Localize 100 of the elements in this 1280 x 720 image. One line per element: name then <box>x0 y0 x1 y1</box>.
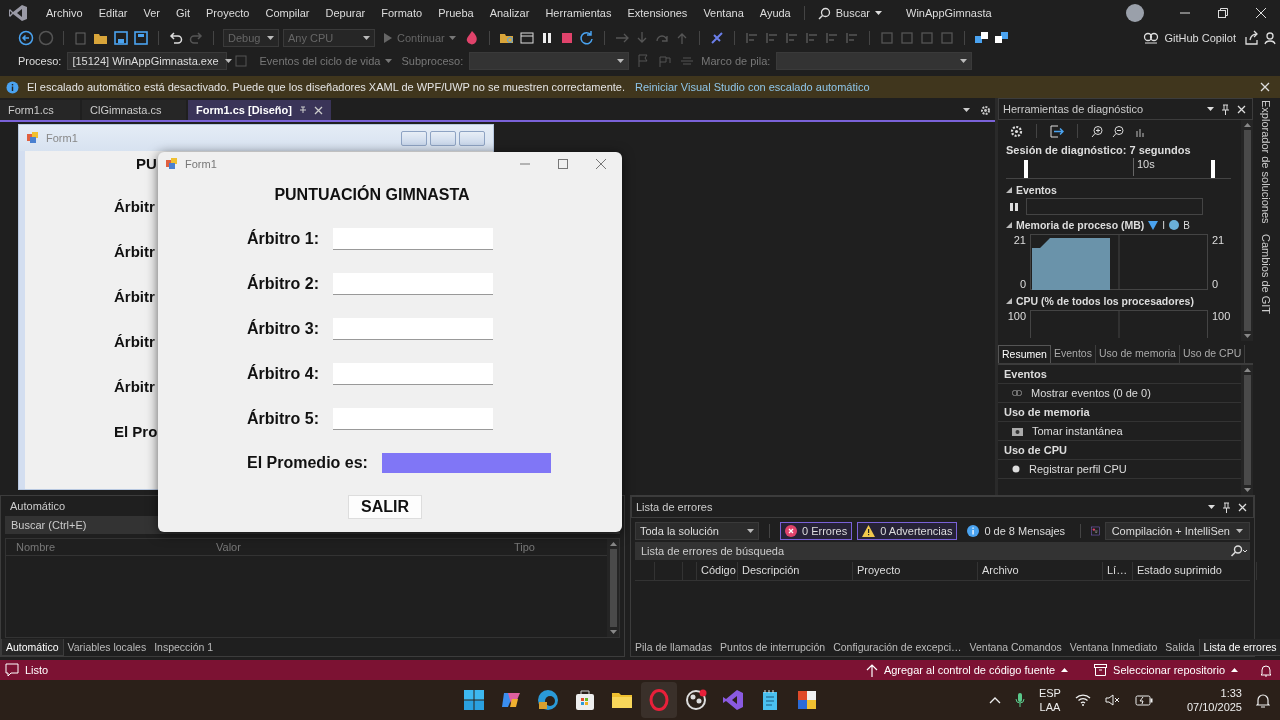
side-tab[interactable]: Cambios de GIT <box>1259 233 1272 314</box>
panel-tab[interactable]: Inspección 1 <box>150 639 218 655</box>
section-header[interactable]: Memoria de proceso (MB) <box>1016 219 1145 231</box>
section-header[interactable]: CPU (% de todos los procesadores) <box>1016 295 1194 307</box>
scrollbar[interactable] <box>607 539 619 637</box>
score-input[interactable] <box>333 317 493 340</box>
window-icon[interactable] <box>518 30 535 46</box>
diagnostics-tab[interactable]: Resumen <box>998 345 1051 363</box>
errors-filter-button[interactable]: 0 Errores <box>780 522 853 540</box>
document-tab[interactable]: Form1.cs <box>0 100 80 120</box>
tab-list-caret-icon[interactable] <box>963 108 970 112</box>
document-tab[interactable]: ClGimnasta.cs <box>82 100 186 120</box>
expander-icon[interactable] <box>1006 298 1012 304</box>
column-header[interactable]: Archivo <box>978 562 1103 580</box>
battery-icon[interactable] <box>1134 694 1153 706</box>
summary-action[interactable]: Tomar instantánea <box>998 422 1241 441</box>
column-header[interactable]: Lí… <box>1103 562 1133 580</box>
menu-item[interactable]: Extensiones <box>619 4 696 22</box>
panel-tab[interactable]: Variables locales <box>63 639 151 655</box>
back-icon[interactable] <box>18 30 34 46</box>
score-input[interactable] <box>333 227 493 250</box>
diagnostics-tab[interactable]: Uso de memoria <box>1095 345 1180 363</box>
menu-item[interactable]: Ventana <box>695 4 752 22</box>
panel-menu-caret-icon[interactable] <box>1208 505 1215 509</box>
search-field[interactable]: Lista de errores de búsqueda <box>635 542 1228 560</box>
search-icon[interactable] <box>1228 542 1250 560</box>
menu-item[interactable]: Ayuda <box>751 4 799 22</box>
zoom-out-icon[interactable] <box>1112 124 1125 138</box>
panel-tab[interactable]: Automático <box>1 638 64 656</box>
microphone-icon[interactable] <box>1014 692 1025 708</box>
column-header[interactable]: Descripción <box>738 562 853 580</box>
copilot-button[interactable]: GitHub Copilot <box>1143 31 1236 45</box>
bell-icon[interactable] <box>1260 663 1272 677</box>
pause-icon[interactable] <box>1010 202 1018 211</box>
scroll-down-icon[interactable] <box>609 630 617 634</box>
restart-icon[interactable] <box>578 30 595 46</box>
close-icon[interactable] <box>313 105 323 115</box>
browser-icon[interactable] <box>536 689 559 711</box>
build-filter-dropdown[interactable]: Compilación + IntelliSen <box>1104 522 1250 540</box>
avatar-icon[interactable] <box>1126 4 1144 22</box>
source-control-button[interactable]: Agregar al control de código fuente <box>859 663 1075 677</box>
diagnostics-tab[interactable]: Eventos <box>1050 345 1096 363</box>
column-header[interactable]: Nombre <box>16 541 216 553</box>
scrollbar[interactable] <box>1241 120 1253 341</box>
bring-front-icon[interactable] <box>973 30 990 46</box>
wifi-icon[interactable] <box>1074 694 1091 706</box>
column-header[interactable]: Valor <box>216 541 514 553</box>
panel-tab[interactable]: Ventana Comandos <box>965 639 1066 655</box>
settings-icon[interactable] <box>1010 124 1023 138</box>
expander-icon[interactable] <box>1006 222 1012 228</box>
summary-action[interactable]: Registrar perfil CPU <box>998 460 1241 479</box>
menu-item[interactable]: Editar <box>90 4 136 22</box>
warnings-filter-button[interactable]: 0 Advertencias <box>857 522 958 540</box>
column-header[interactable]: Estado suprimido <box>1133 562 1257 580</box>
aperture-icon[interactable] <box>684 689 707 711</box>
save-all-icon[interactable] <box>133 30 149 46</box>
menu-item[interactable]: Compilar <box>257 4 318 22</box>
restore-icon[interactable] <box>1217 7 1229 19</box>
save-icon[interactable] <box>113 30 129 46</box>
scroll-down-icon[interactable] <box>1243 334 1251 338</box>
restart-link[interactable]: Reiniciar Visual Studio con escalado automático <box>635 81 870 93</box>
settings-icon[interactable] <box>980 104 991 116</box>
shopping-bag-icon[interactable] <box>573 689 596 711</box>
score-input[interactable] <box>333 362 493 385</box>
column-header[interactable]: Código <box>697 562 738 580</box>
document-tab[interactable]: Form1.cs [Diseño] <box>188 100 331 120</box>
menu-item[interactable]: Depurar <box>317 4 374 22</box>
scroll-down-icon[interactable] <box>1243 488 1251 492</box>
language-indicator[interactable]: ESP LAA <box>1038 686 1061 714</box>
bell-icon[interactable] <box>1256 692 1270 708</box>
taskbar-button[interactable] <box>640 682 677 718</box>
summary-action[interactable]: Mostrar eventos (0 de 0) <box>998 384 1241 403</box>
menu-item[interactable]: Git <box>167 4 198 22</box>
menu-item[interactable]: Herramientas <box>537 4 620 22</box>
scroll-up-icon[interactable] <box>1243 123 1251 127</box>
zoom-in-icon[interactable] <box>1091 124 1104 138</box>
search-button[interactable]: Buscar <box>809 3 890 23</box>
menu-item[interactable]: Proyecto <box>198 4 258 22</box>
panel-tab[interactable]: Lista de errores <box>1198 638 1280 656</box>
messages-filter-button[interactable]: 0 de 8 Mensajes <box>962 522 1071 540</box>
maximize-icon[interactable] <box>558 159 568 169</box>
export-icon[interactable] <box>1050 124 1064 138</box>
menu-item[interactable]: Archivo <box>38 4 91 22</box>
scrollbar[interactable] <box>1241 365 1253 495</box>
lifecycle-events-button[interactable]: Eventos del ciclo de vida <box>259 55 392 67</box>
column-header[interactable]: Tipo <box>514 541 535 553</box>
scroll-up-icon[interactable] <box>1243 368 1251 372</box>
panel-menu-caret-icon[interactable] <box>1207 107 1214 111</box>
menu-item[interactable]: Analizar <box>481 4 538 22</box>
menu-item[interactable]: Formato <box>373 4 431 22</box>
exit-button[interactable]: SALIR <box>348 495 422 519</box>
expander-icon[interactable] <box>1006 187 1012 193</box>
menu-item[interactable]: Prueba <box>430 4 482 22</box>
panel-tab[interactable]: Pila de llamadas <box>631 639 717 655</box>
chevron-up-icon[interactable] <box>988 696 1001 704</box>
diagnostics-tab[interactable]: Uso de CPU <box>1179 345 1246 363</box>
score-input[interactable] <box>333 272 493 295</box>
score-input[interactable] <box>333 407 493 430</box>
scroll-up-icon[interactable] <box>609 542 617 546</box>
repository-button[interactable]: Seleccionar repositorio <box>1088 664 1244 676</box>
